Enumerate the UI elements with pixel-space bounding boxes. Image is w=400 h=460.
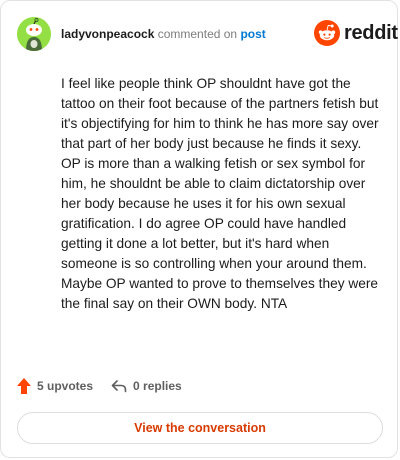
reddit-alien-icon: [314, 20, 340, 46]
username-link[interactable]: ladyvonpeacock: [61, 27, 154, 41]
post-link[interactable]: post: [240, 27, 265, 41]
upvotes-label: 5 upvotes: [37, 379, 94, 393]
user-avatar[interactable]: [17, 17, 51, 51]
snoo-avatar-icon: [17, 17, 51, 51]
reddit-wordmark: reddit: [344, 21, 398, 44]
comment-card: ladyvonpeacock commented on post reddit …: [0, 0, 398, 458]
view-conversation-button[interactable]: View the conversation: [17, 412, 383, 444]
reply-arrow-icon: [111, 380, 127, 393]
byline-action-text: commented on: [157, 27, 238, 41]
upvote-count[interactable]: 5 upvotes: [17, 378, 93, 394]
comment-actions: 5 upvotes 0 replies: [17, 378, 200, 394]
reply-count[interactable]: 0 replies: [111, 379, 182, 393]
comment-body: I feel like people think OP shouldnt hav…: [61, 76, 379, 311]
upvote-arrow-icon: [17, 378, 31, 394]
replies-label: 0 replies: [133, 379, 182, 393]
reddit-logo[interactable]: reddit: [314, 20, 398, 46]
comment-byline: ladyvonpeacock commented on post: [61, 27, 266, 41]
